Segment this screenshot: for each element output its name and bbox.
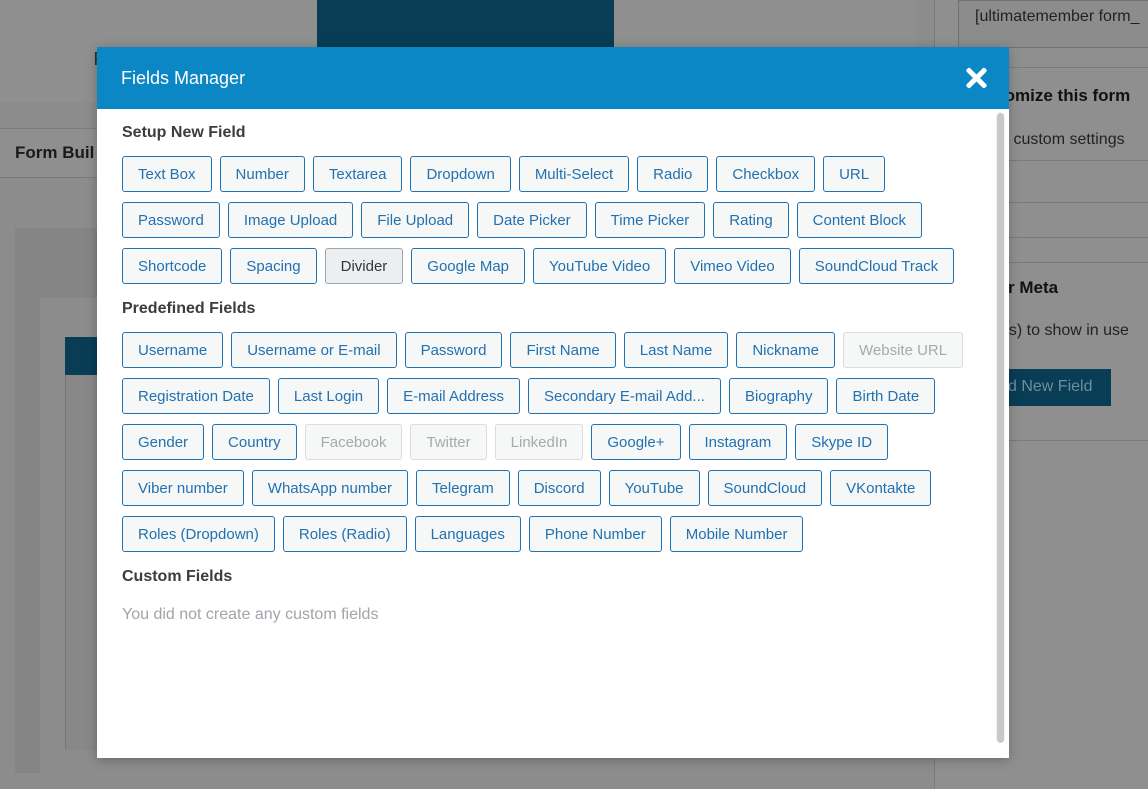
field-button-instagram[interactable]: Instagram	[688, 424, 788, 460]
field-button-multi-select[interactable]: Multi-Select	[518, 156, 630, 192]
field-button-twitter: Twitter	[410, 424, 487, 460]
field-button-vimeo-video[interactable]: Vimeo Video	[674, 248, 791, 284]
setup-field-buttons: Text Box Number Textarea Dropdown Multi-Sele…	[122, 156, 982, 284]
field-button-skype-id[interactable]: Skype ID	[795, 424, 889, 460]
modal-body: Setup New Field Text Box Number Textarea Dr…	[97, 109, 1009, 758]
shortcode-text: [ultimatemember form_	[975, 8, 1140, 25]
field-button-textarea[interactable]: Textarea	[312, 156, 403, 192]
field-button-content-block[interactable]: Content Block	[796, 202, 923, 238]
field-button-secondary-e-mail-add[interactable]: Secondary E-mail Add...	[528, 378, 721, 414]
add-new-field-label: d New Field	[1008, 378, 1093, 395]
field-button-text-box[interactable]: Text Box	[122, 156, 212, 192]
customize-title: tomize this form	[999, 86, 1131, 105]
custom-settings-text: y custom settings	[1001, 131, 1125, 148]
custom-fields-empty-note: You did not create any custom fields	[122, 606, 379, 623]
modal-title: Fields Manager	[121, 68, 246, 88]
field-button-google[interactable]: Google+	[591, 424, 681, 460]
field-button-registration-date[interactable]: Registration Date	[122, 378, 270, 414]
field-button-discord[interactable]: Discord	[517, 470, 601, 506]
field-button-linkedin: LinkedIn	[494, 424, 584, 460]
field-button-rating[interactable]: Rating	[713, 202, 789, 238]
field-button-first-name[interactable]: First Name	[510, 332, 616, 368]
setup-new-field-title: Setup New Field	[122, 124, 246, 141]
field-button-dropdown[interactable]: Dropdown	[410, 156, 511, 192]
fields-content: Setup New Field Text Box Number Textarea Dr…	[122, 109, 982, 624]
field-button-divider[interactable]: Divider	[324, 248, 404, 284]
field-button-password[interactable]: Password	[122, 202, 220, 238]
field-button-nickname[interactable]: Nickname	[736, 332, 836, 368]
field-button-password[interactable]: Password	[404, 332, 503, 368]
field-button-mobile-number[interactable]: Mobile Number	[669, 516, 804, 552]
field-button-viber-number[interactable]: Viber number	[122, 470, 244, 506]
predefined-fields-title: Predefined Fields	[122, 300, 256, 317]
field-button-youtube-video[interactable]: YouTube Video	[533, 248, 667, 284]
field-button-last-login[interactable]: Last Login	[277, 378, 380, 414]
field-button-file-upload[interactable]: File Upload	[361, 202, 470, 238]
field-button-youtube[interactable]: YouTube	[608, 470, 700, 506]
modal-header: Fields Manager	[97, 47, 1009, 109]
field-button-vkontakte[interactable]: VKontakte	[830, 470, 932, 506]
field-button-gender[interactable]: Gender	[122, 424, 205, 460]
scrollbar-thumb[interactable]	[997, 113, 1004, 743]
custom-fields-title: Custom Fields	[122, 568, 233, 585]
field-button-google-map[interactable]: Google Map	[411, 248, 526, 284]
field-button-date-picker[interactable]: Date Picker	[477, 202, 587, 238]
field-button-soundcloud[interactable]: SoundCloud	[707, 470, 823, 506]
field-button-biography[interactable]: Biography	[728, 378, 829, 414]
row-handle-icon[interactable]	[65, 337, 97, 375]
field-button-username-or-e-mail[interactable]: Username or E-mail	[231, 332, 397, 368]
field-button-soundcloud-track[interactable]: SoundCloud Track	[798, 248, 955, 284]
field-button-time-picker[interactable]: Time Picker	[594, 202, 706, 238]
field-button-whatsapp-number[interactable]: WhatsApp number	[251, 470, 409, 506]
predefined-field-buttons: Username Username or E-mail Password First …	[122, 332, 982, 552]
field-button-last-name[interactable]: Last Name	[623, 332, 729, 368]
field-button-number[interactable]: Number	[219, 156, 305, 192]
field-button-country[interactable]: Country	[212, 424, 297, 460]
field-button-shortcode[interactable]: Shortcode	[122, 248, 223, 284]
field-button-username[interactable]: Username	[122, 332, 224, 368]
field-button-image-upload[interactable]: Image Upload	[227, 202, 354, 238]
field-button-checkbox[interactable]: Checkbox	[716, 156, 816, 192]
field-button-website-url: Website URL	[843, 332, 964, 368]
fields-manager-modal: Fields Manager Setup New Field Text Box N…	[97, 47, 1009, 758]
field-button-birth-date[interactable]: Birth Date	[836, 378, 936, 414]
field-button-languages[interactable]: Languages	[414, 516, 521, 552]
close-icon[interactable]	[963, 64, 991, 92]
field-button-e-mail-address[interactable]: E-mail Address	[387, 378, 521, 414]
field-button-phone-number[interactable]: Phone Number	[528, 516, 662, 552]
field-button-roles-radio[interactable]: Roles (Radio)	[282, 516, 407, 552]
field-button-roles-dropdown[interactable]: Roles (Dropdown)	[122, 516, 275, 552]
field-button-facebook: Facebook	[304, 424, 403, 460]
builder-column	[65, 375, 98, 750]
user-meta-text: l(s) to show in use	[1000, 322, 1129, 339]
field-button-spacing[interactable]: Spacing	[230, 248, 317, 284]
form-builder-title: Form Buil	[15, 143, 95, 162]
user-meta-title: r Meta	[1008, 278, 1059, 297]
field-button-radio[interactable]: Radio	[637, 156, 709, 192]
field-button-url[interactable]: URL	[823, 156, 886, 192]
field-button-telegram[interactable]: Telegram	[416, 470, 510, 506]
